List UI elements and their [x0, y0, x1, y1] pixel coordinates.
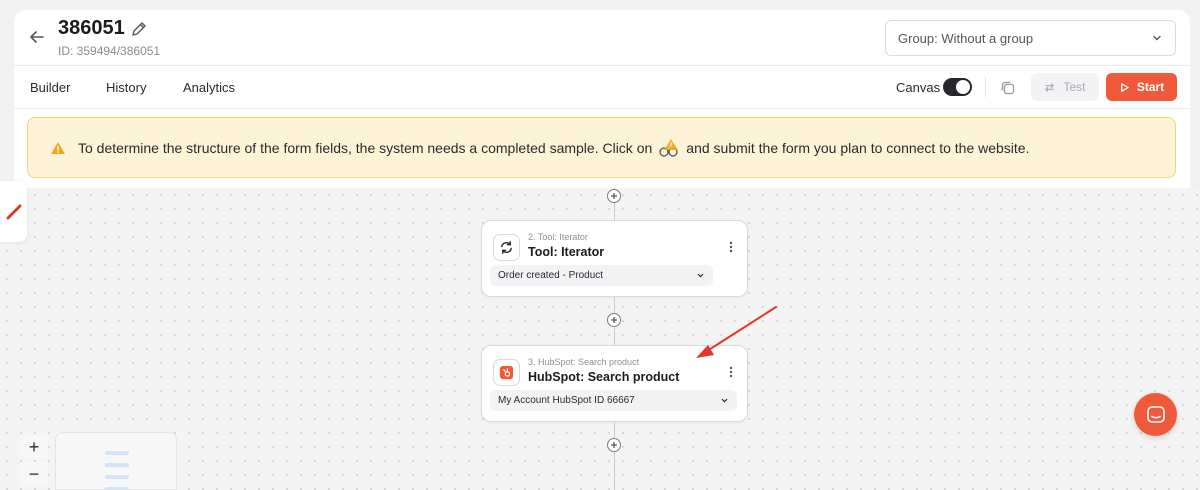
copy-icon[interactable] [999, 79, 1017, 97]
node-source-select[interactable]: Order created - Product [490, 265, 713, 286]
test-button-label: Test [1063, 80, 1086, 94]
canvas-label: Canvas [896, 80, 941, 95]
page-title: 386051 [58, 17, 125, 39]
plus-icon [611, 193, 617, 199]
node-caption: 2. Tool: Iterator [528, 232, 588, 242]
toolbar-divider [985, 77, 986, 97]
add-step-button[interactable] [607, 313, 621, 327]
app-logo-icon [6, 204, 21, 219]
group-select-value: Group: Without a group [898, 30, 1034, 46]
side-panel-toggle[interactable] [0, 181, 27, 242]
more-vertical-icon[interactable] [729, 241, 733, 253]
chevron-down-icon [1153, 35, 1161, 41]
play-icon [1120, 82, 1129, 92]
minimap-node [105, 463, 129, 467]
plus-icon [611, 442, 617, 448]
sample-form-icon[interactable] [658, 137, 680, 159]
group-select[interactable]: Group: Without a group [885, 20, 1176, 56]
node-caption: 3. HubSpot: Search product [528, 357, 640, 367]
workflow-node[interactable]: 2. Tool: Iterator Tool: Iterator Order c… [481, 220, 748, 297]
hubspot-node-icon [493, 359, 520, 386]
swap-arrows-icon [1045, 82, 1055, 92]
add-step-button[interactable] [607, 189, 621, 203]
node-title: Tool: Iterator [528, 245, 605, 259]
chat-bubble-icon [1146, 405, 1165, 423]
node-account-select[interactable]: My Account HubSpot ID 66667 [490, 390, 737, 411]
tab-history[interactable]: History [106, 80, 146, 95]
connector-line [614, 203, 615, 220]
node-title: HubSpot: Search product [528, 370, 680, 384]
alert-text-before: To determine the structure of the form f… [78, 139, 653, 156]
alert-banner: To determine the structure of the form f… [27, 117, 1176, 178]
minimap[interactable] [55, 432, 177, 490]
canvas-toggle[interactable] [943, 78, 972, 96]
annotation-arrow-icon [696, 306, 777, 358]
iterator-node-icon [493, 234, 520, 261]
connector-line [614, 422, 615, 438]
minimap-node [105, 475, 129, 479]
tab-analytics[interactable]: Analytics [183, 80, 235, 95]
chevron-down-icon [697, 273, 704, 278]
connector-line [614, 452, 615, 490]
minimap-node [105, 451, 129, 455]
alert-text-after: and submit the form you plan to connect … [686, 139, 1030, 156]
pencil-icon[interactable] [130, 20, 148, 38]
toolbar-divider-bottom [14, 108, 1190, 109]
cycle-arrows-icon [501, 241, 512, 254]
more-vertical-icon[interactable] [729, 366, 733, 378]
add-step-button[interactable] [607, 438, 621, 452]
plus-icon [611, 317, 617, 323]
header-divider [14, 65, 1190, 66]
zoom-out-button[interactable]: − [20, 462, 48, 486]
start-button[interactable]: Start [1106, 73, 1177, 101]
node-select-value: Order created - Product [498, 270, 604, 281]
chevron-down-icon [721, 398, 728, 403]
test-button[interactable]: Test [1031, 73, 1099, 101]
arrow-left-icon [30, 31, 44, 43]
back-button[interactable] [26, 26, 48, 48]
node-select-value: My Account HubSpot ID 66667 [498, 395, 635, 406]
warning-icon [51, 141, 65, 154]
chat-button[interactable] [1134, 393, 1177, 436]
page-id: ID: 359494/386051 [58, 44, 161, 58]
tab-builder[interactable]: Builder [30, 80, 70, 95]
zoom-in-button[interactable]: + [20, 435, 48, 459]
start-button-label: Start [1136, 80, 1165, 94]
connector-line [614, 297, 615, 313]
hubspot-logo-icon [499, 365, 514, 380]
connector-line [614, 327, 615, 345]
